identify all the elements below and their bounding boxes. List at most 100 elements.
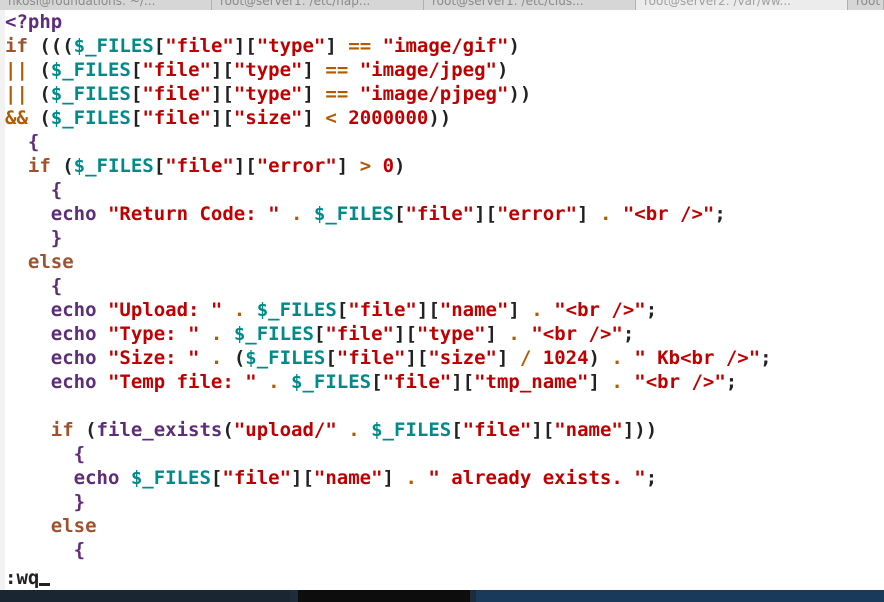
code-token: echo xyxy=(5,347,108,369)
code-line: <?php xyxy=(5,10,62,34)
code-token: ; xyxy=(725,371,738,393)
code-token: "name" xyxy=(313,467,383,489)
terminal-tab[interactable]: root xyxy=(848,0,884,10)
code-token: "file" xyxy=(165,155,234,177)
code-token: echo xyxy=(5,323,108,345)
code-line: { xyxy=(5,178,62,202)
code-token: ; xyxy=(714,203,726,225)
text-cursor xyxy=(39,583,51,586)
code-token: "name" xyxy=(554,419,623,441)
vim-command-line[interactable]: :wq xyxy=(5,566,884,590)
code-token: "image/gif" xyxy=(382,35,509,57)
code-token: . xyxy=(268,371,280,393)
code-token: "file" xyxy=(142,107,211,129)
code-token: file_exists xyxy=(96,419,223,441)
code-token: ][ xyxy=(233,155,257,177)
code-token: . xyxy=(611,347,623,369)
code-token: [ xyxy=(130,59,143,81)
terminal-tab[interactable]: root@server1: /etc/hap... xyxy=(212,0,424,10)
code-token: "upload/" xyxy=(233,419,337,441)
code-token: "Temp file: " xyxy=(107,371,257,393)
code-token: ( xyxy=(222,419,234,441)
code-token: ][ xyxy=(416,299,440,321)
code-token: . xyxy=(210,347,223,369)
terminal-tab[interactable]: root@server2: /var/ww... xyxy=(636,0,848,10)
code-token: if xyxy=(5,35,40,57)
code-token: ] xyxy=(302,107,326,129)
code-token: || xyxy=(5,59,40,81)
code-token: $_FILES xyxy=(291,371,372,393)
code-token: "name" xyxy=(439,299,509,321)
code-token: "tmp_name" xyxy=(474,371,589,393)
code-token: ] xyxy=(302,83,326,105)
code-token: $_FILES xyxy=(245,347,326,369)
code-token: "<br />" xyxy=(554,299,646,321)
code-token: . xyxy=(531,299,543,321)
code-token: [ xyxy=(313,323,326,345)
code-token: ][ xyxy=(233,35,257,57)
code-line: if ((($_FILES["file"]["type"] == "image/… xyxy=(5,34,520,58)
code-token: echo xyxy=(5,371,108,393)
code-token: $_FILES xyxy=(73,35,154,57)
code-token: "file" xyxy=(142,83,211,105)
code-token: ) xyxy=(497,59,509,81)
terminal-tab[interactable]: nkosi@foundations: ~/... xyxy=(0,0,212,10)
code-token: "type" xyxy=(256,35,326,57)
code-token: } xyxy=(5,227,63,249)
code-token: "type" xyxy=(416,323,486,345)
code-token: [ xyxy=(325,347,337,369)
code-line: { xyxy=(5,442,85,466)
code-token: ) xyxy=(394,155,406,177)
code-token: || xyxy=(5,83,40,105)
code-token: "file" xyxy=(382,371,452,393)
code-token: ][ xyxy=(210,83,234,105)
code-token: "Return Code: " xyxy=(107,203,280,225)
code-token: ] xyxy=(508,299,532,321)
code-token: "size" xyxy=(233,107,303,129)
code-line: echo "Return Code: " . $_FILES["file"]["… xyxy=(5,202,726,226)
code-token: [ xyxy=(153,35,166,57)
terminal-tab[interactable]: root@server1: /etc/clus... xyxy=(424,0,636,10)
code-token: echo xyxy=(5,203,108,225)
code-token: [ xyxy=(210,467,223,489)
code-token: . xyxy=(508,323,520,345)
code-token: ][ xyxy=(474,203,497,225)
code-token: echo xyxy=(5,467,131,489)
vim-editor-buffer[interactable]: <?php if ((($_FILES["file"]["type"] == "i… xyxy=(5,10,884,568)
code-token: "Type: " xyxy=(107,323,200,345)
code-token: "image/pjpeg" xyxy=(359,83,509,105)
code-token: 1024 xyxy=(542,347,589,369)
code-token: "type" xyxy=(233,83,303,105)
code-token: [ xyxy=(371,371,383,393)
code-line: echo "Temp file: " . $_FILES["file"]["tm… xyxy=(5,370,738,394)
code-token: . xyxy=(233,299,246,321)
code-token: "image/jpeg" xyxy=(359,59,497,81)
code-token: ])) xyxy=(622,419,658,441)
code-token: ] xyxy=(382,467,406,489)
code-line: if (file_exists("upload/" . $_FILES["fil… xyxy=(5,418,657,442)
code-token: "Upload: " xyxy=(107,299,223,321)
code-token: ) xyxy=(508,35,520,57)
code-token: $_FILES xyxy=(233,323,314,345)
command-text: :wq xyxy=(5,567,40,589)
code-line: { xyxy=(5,130,39,154)
code-token: [ xyxy=(451,419,463,441)
code-token: ] xyxy=(496,347,520,369)
code-token: ( xyxy=(62,155,74,177)
code-token: "Size: " xyxy=(107,347,200,369)
code-token: if xyxy=(5,155,63,177)
code-token: "error" xyxy=(496,203,578,225)
code-token: && xyxy=(5,107,40,129)
